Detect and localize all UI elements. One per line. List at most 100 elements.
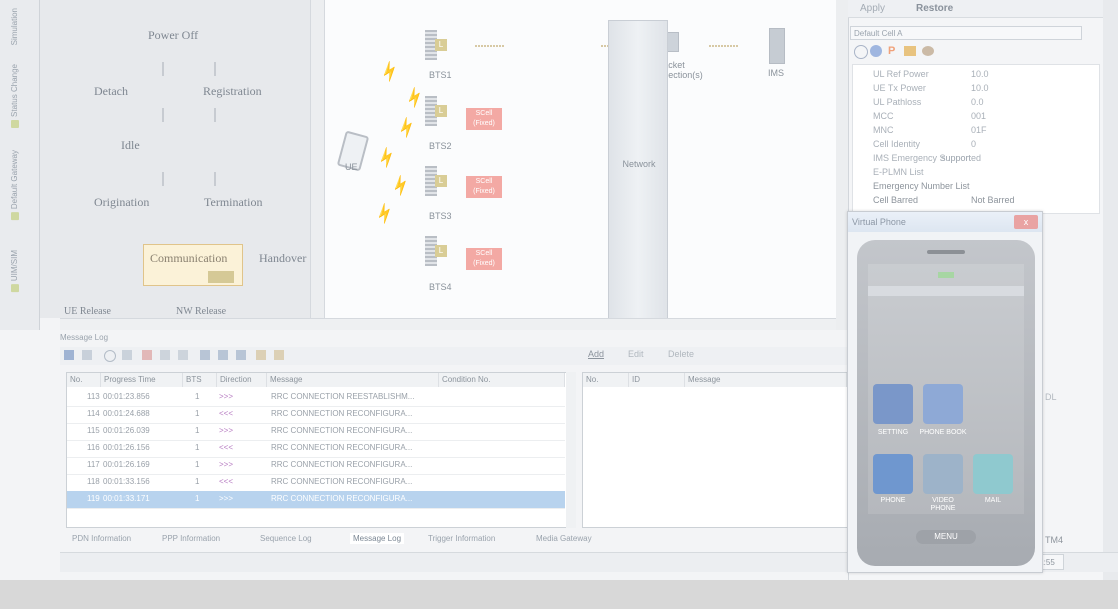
prop-value[interactable]: 01F [971,125,987,135]
state-origination[interactable]: Origination [94,195,149,210]
prop-name-expandable[interactable]: Emergency Number List [873,181,970,191]
vtab-status-change[interactable]: Status Change [10,64,19,128]
prop-value[interactable]: supported [941,153,981,163]
state-termination[interactable]: Termination [204,195,262,210]
phone-app-icon[interactable] [873,454,913,494]
tools-icon[interactable] [904,46,916,56]
parameter-icon[interactable]: P [888,45,895,57]
setting-app-icon[interactable] [873,384,913,424]
bts2-tower-icon[interactable]: L [425,96,447,126]
edit-button[interactable]: Edit [628,349,644,359]
vtab-uim-sim[interactable]: UIM/SIM [10,250,19,293]
mail-app-icon[interactable] [973,454,1013,494]
table-row[interactable]: 117 00:01:26.169 1 >>> RRC CONNECTION RECONF… [67,457,565,475]
add-button[interactable]: Add [588,349,604,359]
prop-value[interactable]: 0.0 [971,97,984,107]
state-ue-release[interactable]: UE Release [64,306,111,317]
table-row[interactable]: 115 00:01:26.039 1 >>> RRC CONNECTION RECONF… [67,423,565,441]
state-power-off[interactable]: Power Off [148,28,198,43]
right-vertical-tabs[interactable] [1103,0,1118,580]
state-handover[interactable]: Handover [259,251,306,266]
bts3-tower-icon[interactable]: L [425,166,447,196]
marker-clear-icon[interactable] [178,350,188,360]
marker-next-icon[interactable] [160,350,170,360]
network-core-block[interactable]: Network [608,20,668,320]
setting-app-label: SETTING [877,429,909,436]
col-progress-time[interactable]: Progress Time [101,373,183,387]
bts4-tower-icon[interactable]: L [425,236,447,266]
tab-pdn-information[interactable]: PDN Information [72,534,131,543]
export-icon[interactable] [256,350,266,360]
prop-value[interactable]: Not Barred [971,195,1015,205]
col-message[interactable]: Message [267,373,439,387]
info-icon[interactable] [854,45,868,59]
vtab-simulation[interactable]: Simulation [10,8,19,45]
view-icon[interactable] [200,350,210,360]
table-row[interactable]: 113 00:01:23.856 1 >>> RRC CONNECTION REESTA… [67,389,565,407]
cell-select-dropdown[interactable]: Default Cell A [850,26,1082,40]
tab-media-gateway[interactable]: Media Gateway [536,534,592,543]
restore-button[interactable]: Restore [916,3,953,14]
state-idle[interactable]: Idle [121,138,140,153]
radio-link-icon: ⚡ [374,146,401,171]
col-direction[interactable]: Direction [217,373,267,387]
table-row[interactable]: 116 00:01:26.156 1 <<< RRC CONNECTION RECONF… [67,440,565,458]
phone-book-app-icon[interactable] [923,384,963,424]
prop-value[interactable]: 10.0 [971,83,989,93]
network-diagram-panel: UE ⚡ ⚡ ⚡ ⚡ ⚡ ⚡ L BTS1 L SCell (Fixed) BT… [324,0,836,318]
table-row[interactable]: 118 00:01:33.156 1 <<< RRC CONNECTION RECONF… [67,474,565,492]
users-icon[interactable] [922,46,934,56]
prop-name: E-PLMN List [873,167,924,177]
tab-message-log[interactable]: Message Log [350,533,405,544]
tab-sequence-log[interactable]: Sequence Log [260,534,312,543]
save-icon[interactable] [64,350,74,360]
prop-value[interactable]: 0 [971,139,976,149]
virtual-phone-title[interactable]: Virtual Phone [848,212,1042,232]
delete-button[interactable]: Delete [668,349,694,359]
radio-link-icon: ⚡ [388,174,415,199]
col-no[interactable]: No. [67,373,101,387]
state-communication[interactable]: Communication [143,244,243,286]
menu-button[interactable]: MENU [916,530,976,544]
video-phone-app-icon[interactable] [923,454,963,494]
vtab-default-gateway[interactable]: Default Gateway [10,150,19,221]
bts3-scell-badge: SCell (Fixed) [466,176,502,198]
view-detail-icon[interactable] [218,350,228,360]
ims-server-icon[interactable] [769,28,785,64]
connector [162,172,164,186]
marker-icon[interactable] [142,350,152,360]
bts1-label: BTS1 [429,70,452,80]
search-icon[interactable] [104,350,116,362]
table-row[interactable]: 114 00:01:24.688 1 <<< RRC CONNECTION RECONF… [67,406,565,424]
network-hscroll[interactable] [324,318,836,330]
state-registration[interactable]: Registration [203,84,262,99]
state-diagram-vscroll[interactable] [310,0,324,318]
col-condition-no[interactable]: Condition No. [439,373,565,387]
view-hex-icon[interactable] [236,350,246,360]
details-icon[interactable] [870,45,882,57]
prop-value[interactable]: 001 [971,111,986,121]
col-message[interactable]: Message [685,373,847,387]
filter-icon[interactable] [82,350,92,360]
prop-name: Cell Barred [873,195,919,205]
col-id[interactable]: ID [629,373,685,387]
connector [214,108,216,122]
state-nw-release[interactable]: NW Release [176,306,226,317]
close-button[interactable]: x [1014,215,1038,229]
phone-app-label: PHONE [880,497,906,504]
find-next-icon[interactable] [122,350,132,360]
col-no[interactable]: No. [583,373,629,387]
bts1-tower-icon[interactable]: L [425,30,447,60]
tab-ppp-information[interactable]: PPP Information [162,534,220,543]
state-detach[interactable]: Detach [94,84,128,99]
trigger-message-table: No. ID Message [582,372,848,528]
table-row-selected[interactable]: 119 00:01:33.171 1 >>> RRC CONNECTION RECONF… [67,491,565,509]
apply-button[interactable]: Apply [860,3,885,14]
import-icon[interactable] [274,350,284,360]
col-bts[interactable]: BTS [183,373,217,387]
prop-value[interactable]: 10.0 [971,69,989,79]
message-log-vscroll[interactable] [566,372,576,528]
phone-book-app-label: PHONE BOOK [919,429,967,436]
state-diagram-hscroll[interactable] [60,318,324,330]
tab-trigger-information[interactable]: Trigger Information [428,534,495,543]
